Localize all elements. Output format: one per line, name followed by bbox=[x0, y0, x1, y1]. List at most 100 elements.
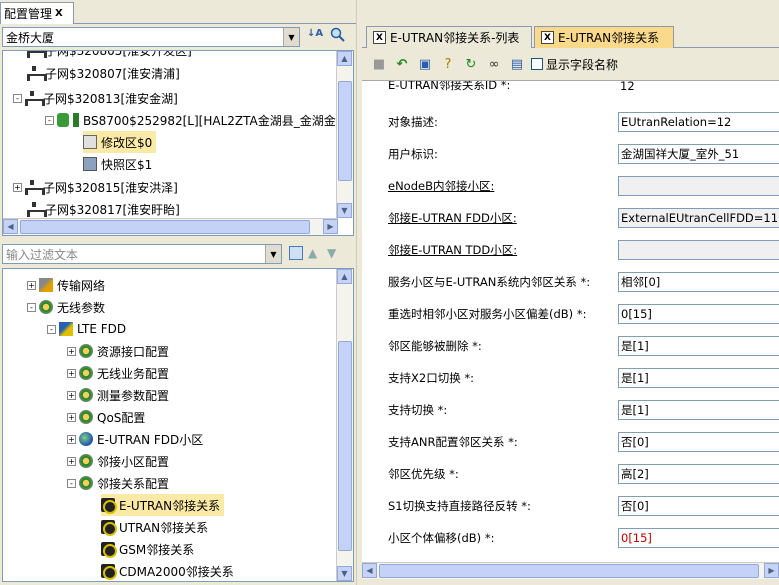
collapse-icon[interactable]: - bbox=[67, 478, 76, 488]
expand-icon[interactable]: + bbox=[27, 280, 36, 290]
undo-icon[interactable]: ↶ bbox=[393, 55, 411, 73]
tree-node[interactable]: 快照区$1 bbox=[83, 153, 152, 175]
tree-node-label: CDMA2000邻接关系 bbox=[119, 564, 234, 579]
tree-node[interactable]: 子网$320805[淮安开发区] bbox=[27, 51, 192, 61]
sort-icon[interactable]: ↓A bbox=[307, 28, 327, 46]
field-value[interactable]: 是[1] bbox=[618, 336, 779, 356]
field-value[interactable]: 12 bbox=[618, 81, 779, 97]
filter-input[interactable]: 输入过滤文本 bbox=[3, 246, 265, 263]
expand-icon[interactable]: + bbox=[67, 368, 76, 378]
field-value[interactable]: 金湖国祥大厦_室外_51 bbox=[618, 144, 779, 164]
form-hscroll[interactable]: ◀ ▶ bbox=[362, 562, 779, 579]
top-tree-vscroll[interactable]: ▲ ▼ bbox=[336, 51, 353, 218]
collapse-icon[interactable]: - bbox=[47, 324, 56, 334]
tree-node[interactable]: + 传输网络 bbox=[27, 274, 105, 296]
tree-node[interactable]: - 无线参数 bbox=[27, 296, 105, 318]
scroll-down-icon[interactable]: ▼ bbox=[337, 566, 352, 581]
expand-icon[interactable]: + bbox=[67, 412, 76, 422]
collapse-icon[interactable]: - bbox=[27, 302, 36, 312]
tree-node[interactable]: CDMA2000邻接关系 bbox=[101, 560, 234, 581]
scroll-thumb[interactable] bbox=[338, 341, 352, 551]
scroll-thumb[interactable] bbox=[379, 564, 759, 578]
expand-icon[interactable]: + bbox=[67, 390, 76, 400]
table-icon[interactable]: ▤ bbox=[508, 55, 526, 73]
tree-node-label: 无线业务配置 bbox=[97, 366, 170, 381]
scroll-right-icon[interactable]: ▶ bbox=[764, 563, 779, 578]
disk-icon[interactable]: ▣ bbox=[416, 55, 434, 73]
expand-icon[interactable]: + bbox=[67, 456, 76, 466]
field-value[interactable]: ExternalEUtranCellFDD=11 bbox=[618, 208, 779, 228]
refresh-icon[interactable]: ↻ bbox=[462, 55, 480, 73]
field-label-link[interactable]: 邻接E-UTRAN FDD小区: bbox=[388, 210, 517, 226]
scroll-left-icon[interactable]: ◀ bbox=[3, 219, 18, 234]
collapse-icon[interactable]: - bbox=[45, 115, 54, 125]
field-value[interactable]: 0[15] bbox=[618, 528, 779, 548]
scroll-up-icon[interactable]: ▲ bbox=[337, 269, 352, 284]
tree-node[interactable]: - LTE FDD bbox=[47, 318, 126, 340]
tree-node-selected[interactable]: 修改区$0 bbox=[83, 131, 157, 153]
field-label-link[interactable]: eNodeB内邻接小区: bbox=[388, 178, 494, 194]
tree-node[interactable]: + E-UTRAN FDD小区 bbox=[67, 428, 203, 450]
show-field-name-checkbox[interactable] bbox=[531, 58, 543, 70]
tree-node[interactable]: + 子网$320815[淮安洪泽] bbox=[13, 176, 178, 198]
expand-icon[interactable]: + bbox=[67, 346, 76, 356]
tab-eutran-relation[interactable]: X E-UTRAN邻接关系 bbox=[534, 26, 674, 48]
field-value[interactable] bbox=[618, 176, 779, 196]
field-value[interactable]: 相邻[0] bbox=[618, 272, 779, 292]
field-value[interactable]: 是[1] bbox=[618, 400, 779, 420]
tree-node-label: 邻接小区配置 bbox=[97, 454, 170, 469]
tree-node[interactable]: GSM邻接关系 bbox=[101, 538, 194, 560]
scroll-right-icon[interactable]: ▶ bbox=[323, 219, 338, 234]
tree-node[interactable]: - 子网$320813[淮安金湖] bbox=[13, 87, 178, 109]
tab-eutran-relation-list[interactable]: X E-UTRAN邻接关系-列表 bbox=[366, 26, 532, 48]
tree-node-label: UTRAN邻接关系 bbox=[119, 520, 209, 535]
tree-node[interactable]: + 测量参数配置 bbox=[67, 384, 169, 406]
query-icon[interactable]: ? bbox=[439, 55, 457, 73]
chevron-down-icon[interactable]: ▼ bbox=[265, 245, 281, 263]
top-tree-hscroll[interactable]: ◀ ▶ bbox=[3, 218, 338, 235]
filter-apply-icon[interactable] bbox=[289, 246, 303, 260]
close-icon[interactable]: X bbox=[373, 31, 386, 44]
scroll-left-icon[interactable]: ◀ bbox=[362, 563, 377, 578]
chevron-down-icon[interactable]: ▼ bbox=[283, 28, 299, 46]
save-icon[interactable]: ■ bbox=[370, 55, 388, 73]
close-icon[interactable]: X bbox=[541, 31, 554, 44]
collapse-icon[interactable]: - bbox=[13, 93, 22, 103]
field-value[interactable]: 高[2] bbox=[618, 464, 779, 484]
tree-node[interactable]: - BS8700$252982[L][HAL2ZTA金湖县_金湖金 bbox=[45, 109, 336, 131]
lock-icon bbox=[73, 113, 79, 127]
field-value[interactable]: 否[0] bbox=[618, 496, 779, 516]
find-icon[interactable]: ∞ bbox=[485, 55, 503, 73]
field-value[interactable]: 否[0] bbox=[618, 432, 779, 452]
scroll-down-icon[interactable]: ▼ bbox=[337, 203, 352, 218]
field-value[interactable]: EUtranRelation=12 bbox=[618, 112, 779, 132]
tree-node[interactable]: + 无线业务配置 bbox=[67, 362, 169, 384]
tree-node[interactable]: - 邻接关系配置 bbox=[67, 472, 169, 494]
config-management-tab[interactable]: 配置管理 X bbox=[0, 2, 74, 24]
scroll-thumb[interactable] bbox=[20, 220, 310, 234]
tree-node-selected[interactable]: E-UTRAN邻接关系 bbox=[101, 494, 225, 516]
search-icon[interactable] bbox=[330, 27, 348, 45]
scroll-up-icon[interactable]: ▲ bbox=[337, 51, 352, 66]
tree-node[interactable]: 子网$320807[淮安清浦] bbox=[27, 62, 180, 84]
filter-combo[interactable]: 输入过滤文本 ▼ bbox=[2, 244, 282, 264]
site-combo[interactable]: 金桥大厦 ▼ bbox=[2, 27, 300, 47]
form-row: 邻接E-UTRAN TDD小区: bbox=[362, 240, 779, 260]
expand-icon[interactable]: + bbox=[13, 182, 22, 192]
close-icon[interactable]: X bbox=[55, 8, 63, 19]
network-icon bbox=[27, 202, 47, 217]
field-value[interactable]: 0[15] bbox=[618, 304, 779, 324]
tree-node[interactable]: + QoS配置 bbox=[67, 406, 145, 428]
field-label-link[interactable]: 邻接E-UTRAN TDD小区: bbox=[388, 242, 517, 258]
bottom-tree-vscroll[interactable]: ▲ ▼ bbox=[336, 269, 353, 581]
field-value[interactable]: 是[1] bbox=[618, 368, 779, 388]
expand-icon[interactable]: + bbox=[67, 434, 76, 444]
scroll-thumb[interactable] bbox=[338, 81, 352, 181]
field-value[interactable] bbox=[618, 240, 779, 260]
tree-node[interactable]: + 资源接口配置 bbox=[67, 340, 169, 362]
tree-node[interactable]: UTRAN邻接关系 bbox=[101, 516, 208, 538]
arrow-down-icon[interactable]: ▼ bbox=[327, 246, 336, 260]
tree-node[interactable]: 子网$320817[淮安盱眙] bbox=[27, 198, 180, 220]
tree-node[interactable]: + 邻接小区配置 bbox=[67, 450, 169, 472]
arrow-up-icon[interactable]: ▲ bbox=[308, 246, 317, 260]
